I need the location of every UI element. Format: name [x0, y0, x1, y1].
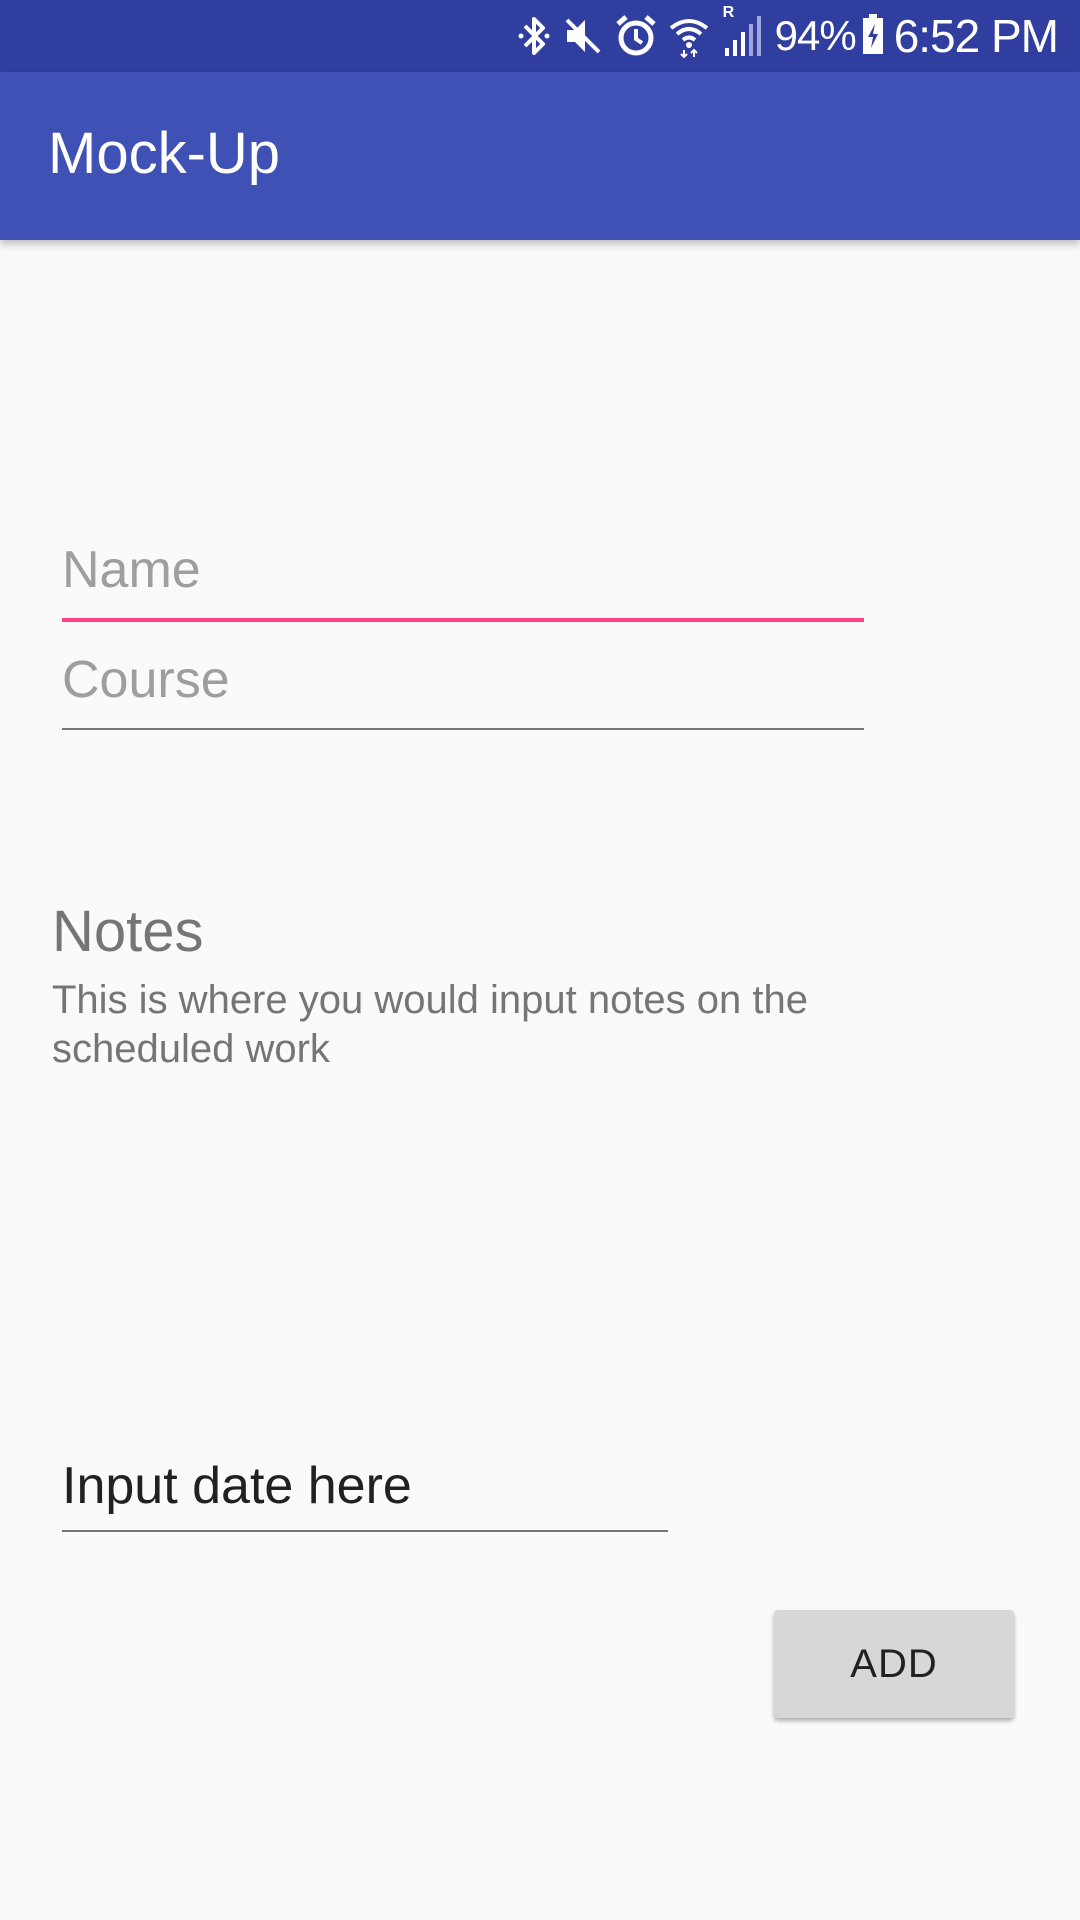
roaming-indicator: R	[722, 4, 735, 21]
bluetooth-icon	[517, 14, 551, 58]
notes-title: Notes	[52, 899, 204, 964]
alarm-icon	[615, 14, 657, 58]
name-field[interactable]	[62, 540, 864, 622]
date-input[interactable]	[62, 1456, 668, 1516]
status-icons: R	[517, 4, 761, 58]
status-bar: R 94% 6:52 PM	[0, 0, 1080, 72]
app-bar: Mock-Up	[0, 72, 1080, 240]
date-field[interactable]	[62, 1456, 668, 1532]
notes-text: This is where you would input notes on t…	[52, 978, 808, 1071]
course-field[interactable]	[62, 650, 864, 730]
battery-icon	[862, 12, 884, 61]
course-input[interactable]	[62, 650, 864, 710]
add-button[interactable]: ADD	[774, 1610, 1014, 1718]
mute-icon	[563, 14, 603, 58]
battery-percent: 94%	[774, 12, 857, 59]
signal-icon: R	[721, 4, 761, 58]
clock: 6:52 PM	[893, 10, 1059, 62]
app-title: Mock-Up	[48, 120, 281, 186]
wifi-icon	[669, 14, 709, 58]
name-input[interactable]	[62, 540, 864, 600]
